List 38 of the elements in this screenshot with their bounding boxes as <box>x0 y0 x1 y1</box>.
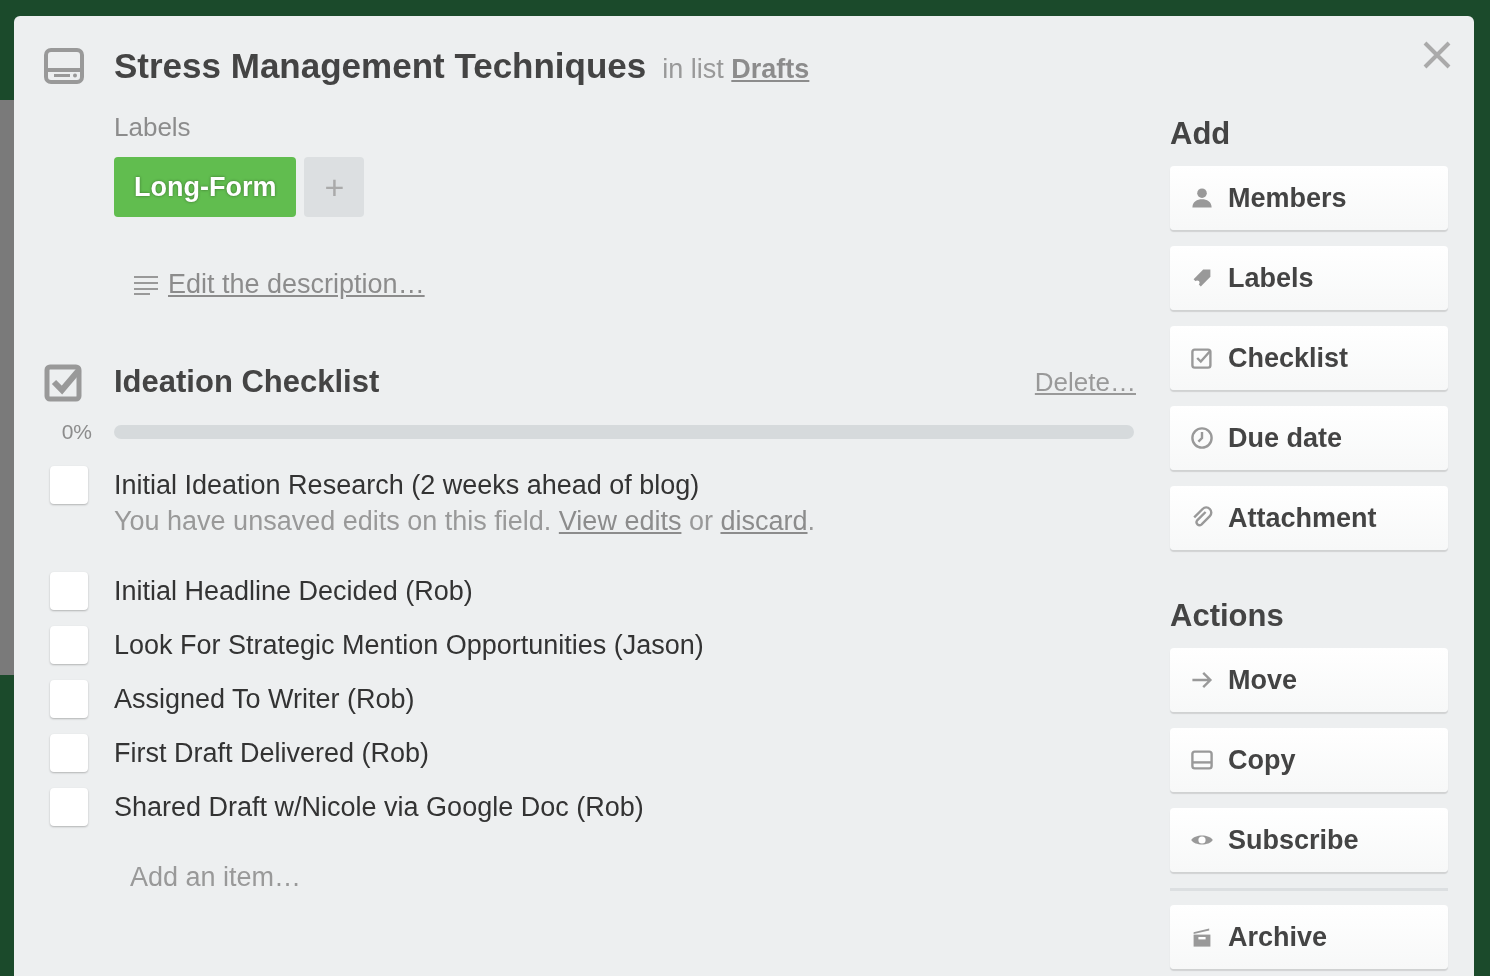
unsaved-edits-notice: You have unsaved edits on this field. View edits or discard. <box>114 505 816 538</box>
sidebar-button[interactable]: Subscribe <box>1170 808 1448 872</box>
sidebar-button[interactable]: Attachment <box>1170 486 1448 550</box>
sidebar-button[interactable]: Move <box>1170 648 1448 712</box>
checkbox-icon <box>44 362 84 402</box>
card-icon <box>44 48 84 84</box>
person-icon <box>1190 186 1214 210</box>
clock-icon <box>1190 426 1214 450</box>
checklist-item[interactable]: Initial Headline Decided (Rob) <box>114 572 473 610</box>
sidebar-button[interactable]: Archive <box>1170 905 1448 969</box>
checkbox[interactable] <box>50 466 88 504</box>
card-title: Stress Management Techniques <box>114 46 647 86</box>
checkbox[interactable] <box>50 734 88 772</box>
checkbox[interactable] <box>50 626 88 664</box>
card-icon <box>1190 748 1214 772</box>
checkbox[interactable] <box>50 680 88 718</box>
checkbox[interactable] <box>50 572 88 610</box>
sidebar-button[interactable]: Members <box>1170 166 1448 230</box>
sidebar-heading: Add <box>1170 116 1232 152</box>
description-lines-icon <box>134 274 158 295</box>
checklist-item[interactable]: Shared Draft w/Nicole via Google Doc (Rob) <box>114 788 644 826</box>
checkbox-icon <box>1190 346 1214 370</box>
checkbox[interactable] <box>50 788 88 826</box>
sidebar-button[interactable]: Due date <box>1170 406 1448 470</box>
checklist-item[interactable]: Look For Strategic Mention Opportunities (Jason) <box>114 626 704 664</box>
labels-heading: Labels <box>114 112 192 143</box>
list-info: in list Drafts <box>662 53 810 85</box>
checklist-item[interactable]: First Draft Delivered (Rob) <box>114 734 430 772</box>
checklist-item[interactable]: Assigned To Writer (Rob) <box>114 680 415 718</box>
close-icon[interactable] <box>1422 40 1452 70</box>
sidebar-button[interactable]: Checklist <box>1170 326 1448 390</box>
sidebar-heading: Actions <box>1170 598 1285 634</box>
sidebar-button[interactable]: Copy <box>1170 728 1448 792</box>
paperclip-icon <box>1190 506 1214 530</box>
checklist-item[interactable]: Initial Ideation Research (2 weeks ahead of blog) <box>114 466 816 504</box>
progress-percent: 0% <box>60 420 93 444</box>
checklist-title: Ideation Checklist <box>114 364 381 400</box>
sidebar-button[interactable]: Labels <box>1170 246 1448 310</box>
